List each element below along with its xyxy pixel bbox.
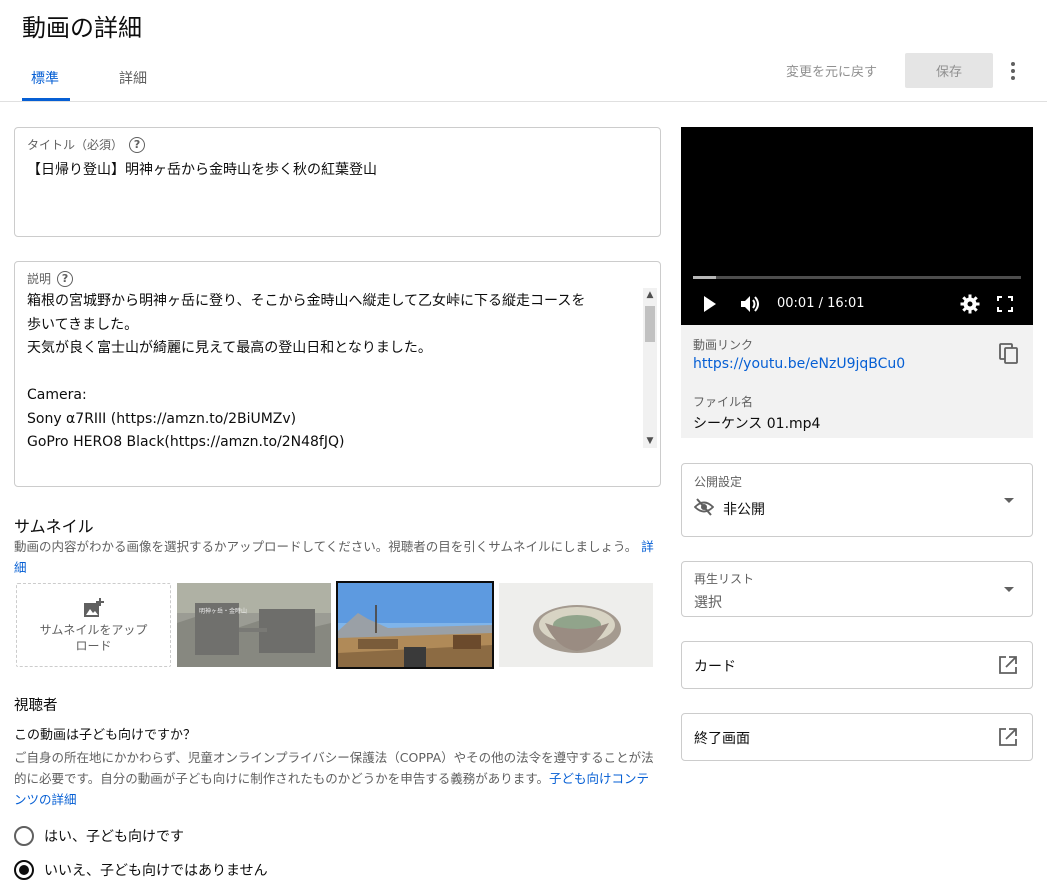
video-link[interactable]: https://youtu.be/eNzU9jqBCu0 [693,356,905,372]
visibility-off-icon [694,498,714,516]
upload-thumbnail-button[interactable]: サムネイルをアップロード [16,583,171,667]
thumbnail-option-2-selected[interactable] [336,581,494,669]
tab-active-indicator [22,98,70,101]
fullscreen-icon[interactable] [997,296,1013,312]
chevron-down-icon [1004,587,1014,592]
copy-icon[interactable] [999,343,1019,365]
scroll-up-icon[interactable]: ▲ [643,288,657,302]
gear-icon[interactable] [960,294,980,314]
radio-made-for-kids-no[interactable]: いいえ、子ども向けではありません [14,860,268,880]
audience-question: この動画は子ども向けですか？ [14,728,197,743]
volume-icon[interactable] [740,294,762,314]
progress-bar[interactable] [693,276,1021,279]
title-field-label: タイトル（必須） ? [27,136,146,153]
player-controls: 00:01 / 16:01 [681,291,1033,317]
player-time: 00:01 / 16:01 [777,296,865,311]
title-input[interactable]: 【日帰り登山】明神ヶ岳から金時山を歩く秋の紅葉登山 [27,159,377,179]
tab-details[interactable]: 詳細 [119,68,147,88]
open-external-icon [999,656,1017,674]
undo-changes-button[interactable]: 変更を元に戻す [786,61,877,80]
description-field-label: 説明 ? [27,270,74,287]
open-external-icon [999,728,1017,746]
visibility-label: 公開設定 [694,475,743,489]
tab-bar: 標準 詳細 [0,52,1047,102]
scroll-down-icon[interactable]: ▼ [643,434,657,448]
description-input[interactable]: 箱根の宮城野から明神ヶ岳に登り、そこから金時山へ縦走して乙女峠に下る縦走コースを… [27,290,645,450]
cards-button[interactable]: カード [681,641,1033,689]
help-icon[interactable]: ? [57,270,74,287]
chevron-down-icon [1004,498,1014,503]
audience-section-title: 視聴者 [14,698,58,714]
play-icon[interactable] [703,295,717,313]
description-field[interactable]: 説明 ? 箱根の宮城野から明神ヶ岳に登り、そこから金時山へ縦走して乙女峠に下る縦… [14,261,661,487]
playlist-select[interactable]: 再生リスト 選択 [681,561,1033,617]
add-photo-icon [83,598,105,618]
more-options-icon[interactable] [1004,59,1022,83]
page-title: 動画の詳細 [22,14,142,42]
save-button[interactable]: 保存 [905,53,993,88]
radio-made-for-kids-yes[interactable]: はい、子ども向けです [14,826,184,846]
file-name-label: ファイル名 [693,395,754,409]
end-screen-button[interactable]: 終了画面 [681,713,1033,761]
radio-checked-icon[interactable] [14,860,34,880]
playlist-value: 選択 [694,595,722,611]
video-link-label: 動画リンク [693,338,754,352]
thumbnail-section-title: サムネイル [14,517,94,536]
audience-desc: ご自身の所在地にかかわらず、児童オンラインプライバシー保護法（COPPA）やその… [14,750,654,807]
video-info-panel: 動画リンク https://youtu.be/eNzU9jqBCu0 ファイル名… [681,325,1033,438]
playlist-label: 再生リスト [694,572,755,586]
description-scrollbar[interactable]: ▲ ▼ [643,288,657,448]
thumbnail-section-desc: 動画の内容がわかる画像を選択するかアップロードしてください。視聴者の目を引くサム… [14,539,654,575]
video-player[interactable]: 00:01 / 16:01 [681,127,1033,325]
radio-icon[interactable] [14,826,34,846]
thumbnail-option-1[interactable]: 明神ヶ岳・金時山 [177,583,331,667]
visibility-value: 非公開 [723,502,765,518]
scroll-thumb[interactable] [645,306,655,342]
thumbnail-option-3[interactable] [499,583,653,667]
progress-fill [693,276,716,279]
title-field[interactable]: タイトル（必須） ? 【日帰り登山】明神ヶ岳から金時山を歩く秋の紅葉登山 [14,127,661,237]
file-name-value: シーケンス 01.mp4 [693,416,821,432]
visibility-select[interactable]: 公開設定 非公開 [681,463,1033,537]
help-icon[interactable]: ? [129,136,146,153]
tab-standard[interactable]: 標準 [31,68,59,88]
